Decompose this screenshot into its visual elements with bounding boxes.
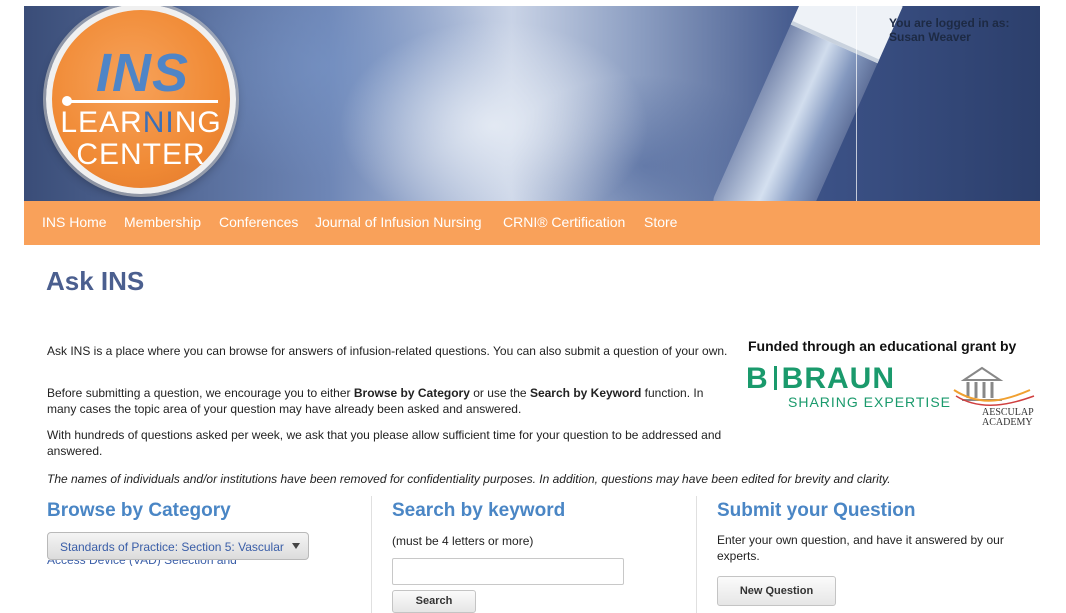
submit-heading: Submit your Question (717, 500, 916, 521)
chevron-down-icon (292, 543, 300, 549)
logo-line (68, 100, 218, 103)
aesculap-line2: ACADEMY (982, 417, 1033, 428)
category-option-peek: Access Device (VAD) Selection and (47, 560, 287, 566)
search-input[interactable] (392, 558, 624, 585)
header-banner: INS LEARNING CENTER You are logged in as… (24, 6, 1040, 201)
logo-ins-text: INS (96, 43, 190, 103)
logo-learning-text: LEARNING (60, 106, 222, 139)
user-name: Susan Weaver (889, 30, 971, 44)
confidentiality-note: The names of individuals and/or institut… (47, 472, 891, 486)
login-status: You are logged in as: Susan Weaver (889, 16, 1009, 44)
nav-conferences[interactable]: Conferences (219, 214, 298, 230)
main-nav: INS Home Membership Conferences Journal … (24, 201, 1040, 245)
nav-crni-certification[interactable]: CRNI® Certification (503, 214, 625, 230)
new-question-button[interactable]: New Question (717, 576, 836, 606)
browse-heading: Browse by Category (47, 500, 231, 521)
intro-paragraph-3: With hundreds of questions asked per wee… (47, 428, 722, 458)
column-divider (371, 496, 372, 613)
search-button[interactable]: Search (392, 590, 476, 613)
bbraun-tagline: SHARING EXPERTISE (788, 394, 952, 410)
nav-ins-home[interactable]: INS Home (42, 214, 107, 230)
category-select[interactable]: Standards of Practice: Section 5: Vascul… (47, 532, 309, 560)
banner-divider (856, 6, 857, 201)
search-hint: (must be 4 letters or more) (392, 534, 534, 548)
page-title: Ask INS (46, 266, 145, 296)
nav-membership[interactable]: Membership (124, 214, 201, 230)
test-tube-image (710, 6, 903, 201)
ins-learning-center-logo[interactable]: INS LEARNING CENTER (46, 6, 236, 194)
login-prefix: You are logged in as: (889, 16, 1010, 30)
intro-paragraph-1: Ask INS is a place where you can browse … (47, 344, 728, 358)
column-divider (696, 496, 697, 613)
intro-paragraph-2: Before submitting a question, we encoura… (47, 386, 704, 416)
aesculap-temple-icon (953, 366, 1035, 406)
category-selected-value: Standards of Practice: Section 5: Vascul… (60, 540, 284, 554)
search-heading: Search by keyword (392, 500, 566, 521)
nav-store[interactable]: Store (644, 214, 677, 230)
bbraun-logo[interactable]: B BRAUN SHARING EXPERTISE (746, 364, 952, 411)
aesculap-academy-logo[interactable]: AESCULAP ACADEMY (952, 360, 1042, 440)
nav-journal[interactable]: Journal of Infusion Nursing (315, 214, 482, 230)
logo-center-text: CENTER (76, 138, 206, 171)
submit-hint: Enter your own question, and have it ans… (717, 533, 1004, 563)
funded-by-text: Funded through an educational grant by (748, 338, 1017, 354)
